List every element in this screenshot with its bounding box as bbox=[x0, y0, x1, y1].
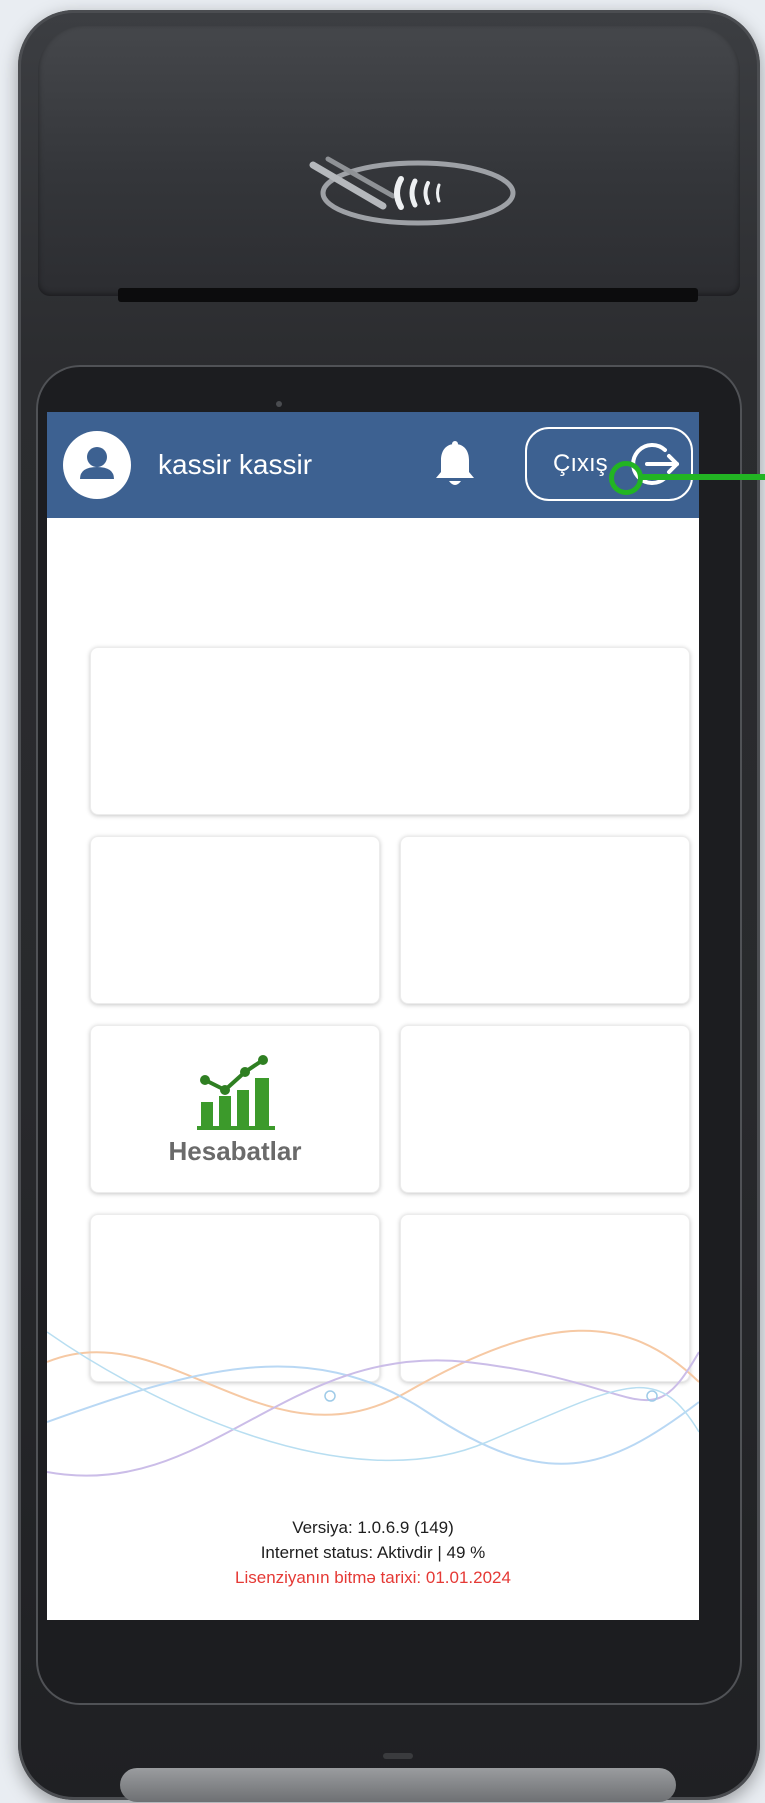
app-footer: Versiya: 1.0.6.9 (149) Internet status: … bbox=[47, 1515, 699, 1590]
user-icon bbox=[80, 447, 114, 479]
avatar[interactable] bbox=[63, 431, 131, 499]
menu-tile-left-1[interactable] bbox=[90, 836, 380, 1004]
bottom-bar bbox=[120, 1768, 676, 1802]
bell-icon[interactable] bbox=[432, 440, 478, 490]
logout-label: Çıxış bbox=[553, 450, 608, 477]
background-waves bbox=[47, 1329, 699, 1477]
version-text: Versiya: 1.0.6.9 (149) bbox=[292, 1518, 454, 1537]
top-bar: kassir kassir Çıxış bbox=[47, 412, 699, 518]
printer-slot bbox=[118, 288, 698, 302]
click-highlight-circle bbox=[609, 461, 643, 495]
menu-tile-right-1[interactable] bbox=[400, 836, 690, 1004]
internet-status-text: Internet status: Aktivdir | 49 % bbox=[260, 1543, 486, 1562]
contactless-logo bbox=[309, 156, 516, 226]
menu-tile-right-2[interactable] bbox=[400, 1025, 690, 1193]
reports-tile[interactable]: Hesabatlar bbox=[90, 1025, 380, 1193]
camera-dot bbox=[276, 401, 282, 407]
username: kassir kassir bbox=[158, 449, 313, 480]
printer-head bbox=[38, 26, 740, 302]
bottom-notch bbox=[383, 1753, 413, 1759]
reports-label: Hesabatlar bbox=[168, 1136, 302, 1166]
click-highlight-pointer bbox=[642, 474, 765, 480]
logout-button[interactable]: Çıxış bbox=[525, 427, 693, 501]
license-expiry-text: Lisenziyanın bitmə tarixi: 01.01.2024 bbox=[235, 1568, 511, 1587]
menu-tile-wide[interactable] bbox=[90, 647, 690, 815]
chart-icon bbox=[197, 1055, 275, 1130]
app-screen: kassir kassir Çıxış Hesabatlar Versiya: … bbox=[47, 412, 699, 1620]
